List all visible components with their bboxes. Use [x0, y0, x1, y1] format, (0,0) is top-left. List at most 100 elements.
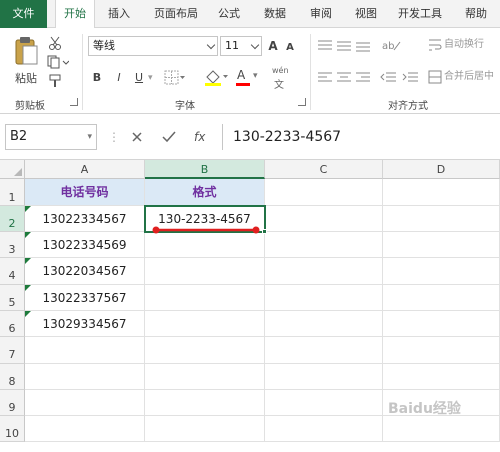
- format-painter-icon[interactable]: [48, 74, 62, 88]
- cell-d5[interactable]: [383, 285, 500, 311]
- cell-c3[interactable]: [265, 232, 383, 258]
- font-color-button[interactable]: A ▾: [236, 68, 262, 88]
- column-header-b[interactable]: B: [145, 160, 265, 179]
- cell-d3[interactable]: [383, 232, 500, 258]
- cell-d7[interactable]: [383, 337, 500, 364]
- cell-b4[interactable]: [145, 258, 265, 285]
- font-size-dropdown[interactable]: 11: [220, 36, 262, 56]
- tab-home[interactable]: 开始: [55, 0, 95, 29]
- italic-button[interactable]: I: [112, 68, 126, 88]
- bold-button[interactable]: B: [90, 68, 104, 88]
- cell-a3[interactable]: 13022334569: [25, 232, 145, 258]
- cell-b1[interactable]: 格式: [145, 179, 265, 206]
- tab-help[interactable]: 帮助: [456, 0, 496, 28]
- tab-data[interactable]: 数据: [256, 0, 294, 28]
- tab-formulas[interactable]: 公式: [210, 0, 248, 28]
- enter-icon[interactable]: [162, 131, 176, 143]
- row-header-3[interactable]: 3: [0, 232, 25, 258]
- cell-b9[interactable]: [145, 390, 265, 416]
- cell-c1[interactable]: [265, 179, 383, 206]
- cell-a7[interactable]: [25, 337, 145, 364]
- align-bottom-icon[interactable]: [356, 40, 370, 52]
- cell-b6[interactable]: [145, 311, 265, 337]
- cell-c4[interactable]: [265, 258, 383, 285]
- cell-b10[interactable]: [145, 416, 265, 442]
- tab-view[interactable]: 视图: [347, 0, 385, 28]
- phonetic-button[interactable]: wén 文: [272, 66, 300, 91]
- cell-a8[interactable]: [25, 364, 145, 390]
- wrap-text-button[interactable]: 自动换行: [444, 38, 484, 52]
- underline-button[interactable]: U: [132, 68, 146, 88]
- row-header-6[interactable]: 6: [0, 311, 25, 337]
- column-header-c[interactable]: C: [265, 160, 383, 179]
- chevron-down-icon: ▾: [253, 71, 258, 81]
- drag-handle-icon[interactable]: ⋮: [108, 124, 120, 150]
- cell-b8[interactable]: [145, 364, 265, 390]
- align-top-icon[interactable]: [318, 40, 332, 52]
- fill-color-icon[interactable]: [204, 68, 230, 86]
- cell-a4[interactable]: 13022034567: [25, 258, 145, 285]
- clipboard-launcher-icon[interactable]: [70, 98, 78, 106]
- row-header-2[interactable]: 2: [0, 206, 25, 232]
- cell-c5[interactable]: [265, 285, 383, 311]
- select-all-corner[interactable]: [0, 160, 25, 179]
- cell-d10[interactable]: [383, 416, 500, 442]
- borders-icon[interactable]: [164, 70, 186, 86]
- row-header-7[interactable]: 7: [0, 337, 25, 364]
- cut-icon[interactable]: [48, 36, 62, 50]
- decrease-indent-icon[interactable]: [380, 72, 396, 84]
- cell-b7[interactable]: [145, 337, 265, 364]
- name-box[interactable]: B2 ▾: [5, 124, 97, 150]
- cell-a6[interactable]: 13029334567: [25, 311, 145, 337]
- cell-d6[interactable]: [383, 311, 500, 337]
- cell-a2[interactable]: 13022334567: [25, 206, 145, 232]
- row-header-4[interactable]: 4: [0, 258, 25, 285]
- align-right-icon[interactable]: [356, 72, 370, 84]
- merge-center-icon[interactable]: [428, 70, 442, 84]
- cell-c9[interactable]: [265, 390, 383, 416]
- tab-file[interactable]: 文件: [0, 0, 47, 28]
- cell-c6[interactable]: [265, 311, 383, 337]
- chevron-down-icon[interactable]: ▾: [148, 68, 153, 88]
- cell-d2[interactable]: [383, 206, 500, 232]
- formula-input[interactable]: 130-2233-4567: [222, 124, 500, 150]
- row-header-9[interactable]: 9: [0, 390, 25, 416]
- cell-d1[interactable]: [383, 179, 500, 206]
- cell-c8[interactable]: [265, 364, 383, 390]
- cell-b5[interactable]: [145, 285, 265, 311]
- increase-indent-icon[interactable]: [402, 72, 418, 84]
- cell-a5[interactable]: 13022337567: [25, 285, 145, 311]
- cell-a10[interactable]: [25, 416, 145, 442]
- cell-a1[interactable]: 电话号码: [25, 179, 145, 206]
- paste-button[interactable]: 粘贴: [8, 34, 44, 90]
- cell-c10[interactable]: [265, 416, 383, 442]
- align-middle-icon[interactable]: [337, 40, 351, 52]
- row-header-5[interactable]: 5: [0, 285, 25, 311]
- tab-page-layout[interactable]: 页面布局: [146, 0, 206, 28]
- copy-icon[interactable]: [47, 55, 69, 69]
- increase-font-size-button[interactable]: A: [266, 36, 280, 56]
- column-header-a[interactable]: A: [25, 160, 145, 179]
- cell-d4[interactable]: [383, 258, 500, 285]
- decrease-font-size-button[interactable]: A: [284, 38, 296, 58]
- tab-review[interactable]: 审阅: [302, 0, 340, 28]
- font-launcher-icon[interactable]: [298, 98, 306, 106]
- tab-insert[interactable]: 插入: [100, 0, 138, 28]
- row-header-10[interactable]: 10: [0, 416, 25, 442]
- tab-developer[interactable]: 开发工具: [392, 0, 448, 28]
- merge-center-button[interactable]: 合并后居中: [444, 70, 494, 84]
- column-header-d[interactable]: D: [383, 160, 500, 179]
- cell-c7[interactable]: [265, 337, 383, 364]
- cancel-icon[interactable]: [131, 131, 143, 143]
- row-header-1[interactable]: 1: [0, 179, 25, 206]
- row-header-8[interactable]: 8: [0, 364, 25, 390]
- align-center-icon[interactable]: [337, 72, 351, 84]
- wrap-text-icon[interactable]: [428, 38, 442, 52]
- orientation-icon[interactable]: ab: [382, 38, 406, 52]
- cell-a9[interactable]: [25, 390, 145, 416]
- insert-function-button[interactable]: fx: [194, 124, 205, 150]
- align-left-icon[interactable]: [318, 72, 332, 84]
- cell-c2[interactable]: [265, 206, 383, 232]
- cell-d8[interactable]: [383, 364, 500, 390]
- font-name-dropdown[interactable]: 等线: [88, 36, 218, 56]
